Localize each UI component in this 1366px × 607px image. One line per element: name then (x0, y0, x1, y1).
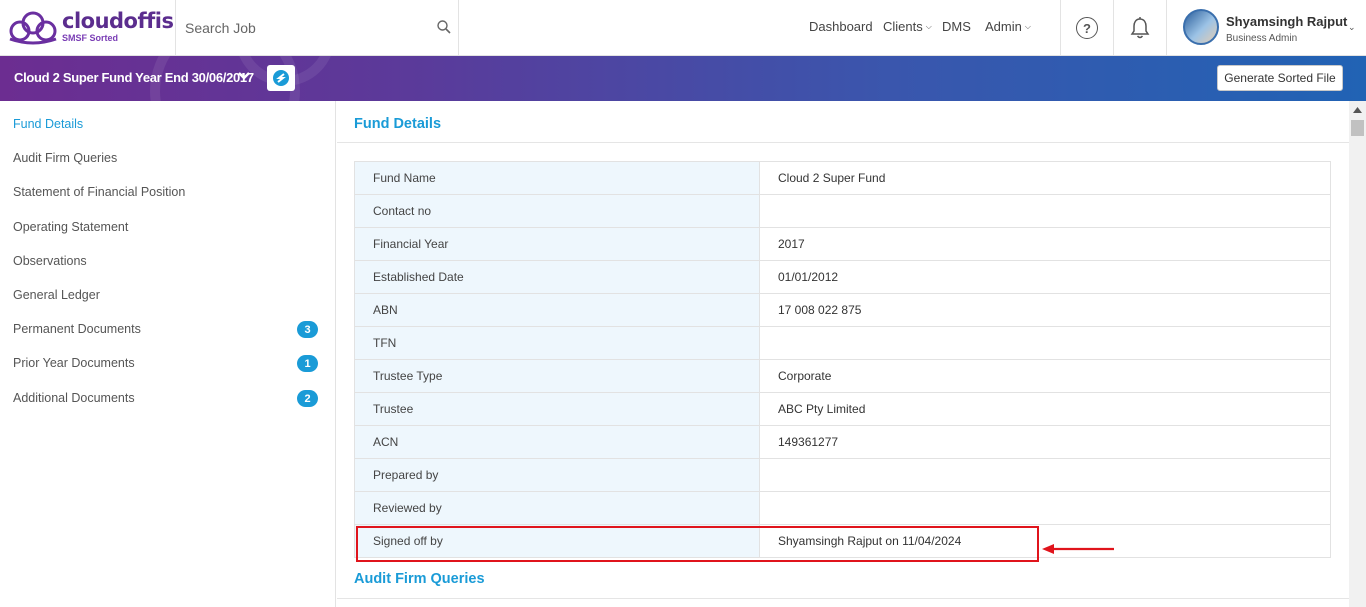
avatar (1183, 9, 1219, 45)
chevron-down-icon: ⌵ (1024, 22, 1031, 31)
divider (337, 598, 1349, 599)
divider (458, 0, 459, 56)
brand-logo[interactable]: cloudoffis SMSF Sorted (6, 9, 176, 47)
table-row: Prepared by (354, 458, 1331, 492)
row-label: Prepared by (354, 458, 760, 492)
row-value: ABC Pty Limited (759, 392, 1331, 426)
table-row: Trustee Type Corporate (354, 359, 1331, 393)
nav-clients-label: Clients (883, 19, 923, 34)
count-badge: 1 (297, 355, 318, 372)
audit-firm-queries-heading: Audit Firm Queries (354, 571, 485, 587)
divider (337, 142, 1349, 143)
job-banner: Cloud 2 Super Fund Year End 30/06/2017 G… (0, 56, 1366, 101)
table-row: Reviewed by (354, 491, 1331, 525)
row-value: 2017 (759, 227, 1331, 261)
scroll-up-arrow-icon[interactable] (1349, 101, 1366, 118)
table-row: Established Date 01/01/2012 (354, 260, 1331, 294)
divider (1166, 0, 1167, 56)
fund-details-heading: Fund Details (354, 116, 442, 132)
sidebar-item-audit-firm-queries[interactable]: Audit Firm Queries (13, 147, 318, 169)
row-label: TFN (354, 326, 760, 360)
sidebar-item-label: Statement of Financial Position (13, 185, 186, 199)
sidebar-item-operating-statement[interactable]: Operating Statement (13, 216, 318, 238)
nav-admin[interactable]: Admin ⌵ (985, 19, 1031, 34)
signed-off-highlight-box (356, 526, 1039, 562)
table-row: TFN (354, 326, 1331, 360)
sorted-logo-icon[interactable] (267, 65, 295, 91)
table-row: Contact no (354, 194, 1331, 228)
help-button[interactable]: ? (1061, 0, 1113, 56)
sidebar-item-observations[interactable]: Observations (13, 250, 318, 272)
table-row: Trustee ABC Pty Limited (354, 392, 1331, 426)
row-value (759, 491, 1331, 525)
job-title[interactable]: Cloud 2 Super Fund Year End 30/06/2017 (14, 70, 254, 85)
nav-admin-label: Admin (985, 19, 1022, 34)
search-icon[interactable] (436, 19, 452, 35)
sidebar-item-label: Operating Statement (13, 220, 129, 234)
table-row: Fund Name Cloud 2 Super Fund (354, 161, 1331, 195)
sidebar-item-label: Audit Firm Queries (13, 151, 118, 165)
search-input[interactable] (185, 18, 425, 38)
row-value: 01/01/2012 (759, 260, 1331, 294)
sidebar-item-label: Additional Documents (13, 391, 135, 405)
sidebar-item-general-ledger[interactable]: General Ledger (13, 284, 318, 306)
search-bar (176, 0, 458, 56)
count-badge: 2 (297, 390, 318, 407)
row-label: ACN (354, 425, 760, 459)
arrow-left-icon (1042, 544, 1114, 554)
notifications-button[interactable] (1114, 0, 1166, 56)
nav-dms[interactable]: DMS (942, 19, 971, 34)
sidebar-item-label: Observations (13, 254, 87, 268)
row-label: Reviewed by (354, 491, 760, 525)
row-label: Fund Name (354, 161, 760, 195)
cloud-logo-icon (9, 11, 57, 45)
row-label: Trustee (354, 392, 760, 426)
row-value: 17 008 022 875 (759, 293, 1331, 327)
row-value (759, 326, 1331, 360)
sidebar-item-permanent-documents[interactable]: Permanent Documents 3 (13, 318, 318, 340)
generate-sorted-file-button[interactable]: Generate Sorted File (1217, 65, 1343, 91)
sorted-s-icon (273, 70, 289, 86)
sidebar-item-label: Prior Year Documents (13, 356, 135, 370)
sidebar-item-statement-financial-position[interactable]: Statement of Financial Position (13, 181, 318, 203)
row-label: Financial Year (354, 227, 760, 261)
top-navbar: cloudoffis SMSF Sorted Dashboard Clients… (0, 0, 1366, 56)
row-label: Trustee Type (354, 359, 760, 393)
chevron-down-icon[interactable] (236, 68, 252, 84)
row-value (759, 458, 1331, 492)
table-row: ACN 149361277 (354, 425, 1331, 459)
nav-dashboard[interactable]: Dashboard (809, 19, 873, 34)
chevron-down-icon: ⌄ (1348, 22, 1356, 32)
sidebar-item-label: Permanent Documents (13, 322, 141, 336)
sidebar-item-prior-year-documents[interactable]: Prior Year Documents 1 (13, 352, 318, 374)
brand-name: cloudoffis (62, 9, 174, 33)
sidebar: Fund Details Audit Firm Queries Statemen… (0, 101, 336, 607)
row-label: ABN (354, 293, 760, 327)
fund-details-table: Fund Name Cloud 2 Super Fund Contact no F… (354, 161, 1331, 558)
table-row: Financial Year 2017 (354, 227, 1331, 261)
scrollbar-thumb[interactable] (1351, 120, 1364, 136)
row-label: Contact no (354, 194, 760, 228)
bell-icon (1130, 17, 1150, 39)
help-icon: ? (1076, 17, 1098, 39)
row-value (759, 194, 1331, 228)
user-menu[interactable]: Shyamsingh Rajput Business Admin ⌄ (1178, 0, 1366, 56)
sidebar-item-label: General Ledger (13, 288, 100, 302)
sidebar-item-additional-documents[interactable]: Additional Documents 2 (13, 387, 318, 409)
count-badge: 3 (297, 321, 318, 338)
sidebar-item-fund-details[interactable]: Fund Details (13, 113, 318, 135)
sidebar-item-label: Fund Details (13, 117, 84, 131)
nav-clients[interactable]: Clients ⌵ (883, 19, 932, 34)
user-role: Business Admin (1226, 33, 1298, 44)
row-value: Corporate (759, 359, 1331, 393)
brand-tagline: SMSF Sorted (62, 33, 119, 43)
vertical-scrollbar[interactable] (1349, 101, 1366, 607)
row-value: Cloud 2 Super Fund (759, 161, 1331, 195)
row-label: Established Date (354, 260, 760, 294)
chevron-down-icon: ⌵ (925, 22, 932, 31)
row-value: 149361277 (759, 425, 1331, 459)
user-name: Shyamsingh Rajput (1226, 14, 1348, 29)
table-row: ABN 17 008 022 875 (354, 293, 1331, 327)
